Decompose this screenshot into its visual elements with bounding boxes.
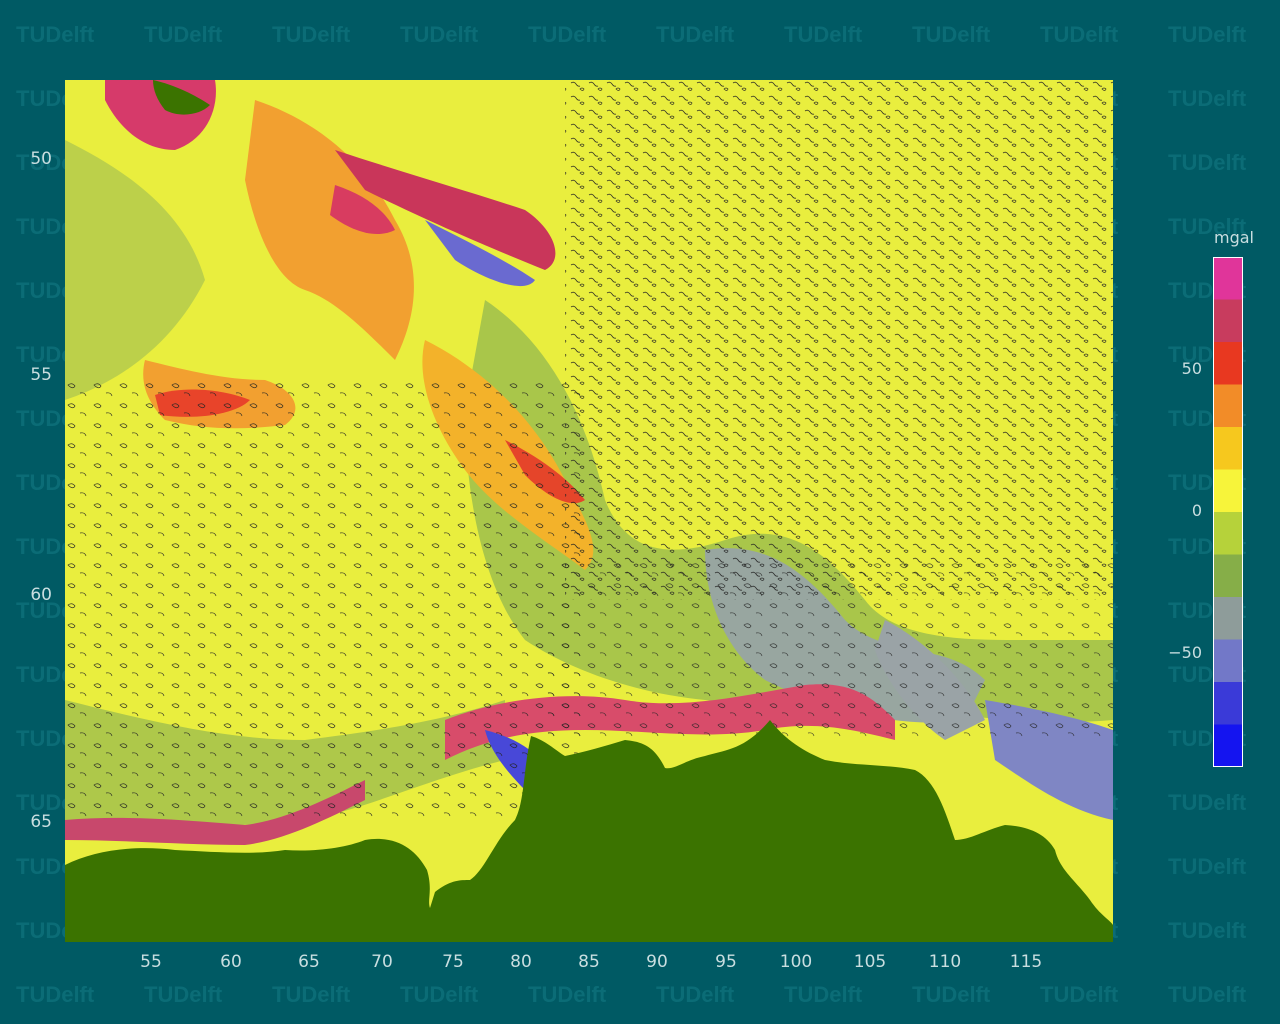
tudelft-watermark: TUDelft [1168,150,1247,175]
x-tick-label: 90 [646,952,668,972]
x-tick-label: 70 [371,952,393,972]
colorbar-segment [1213,427,1243,470]
tudelft-watermark: TUDelft [400,22,479,47]
x-tick-label: 65 [298,952,320,972]
tudelft-watermark: TUDelft [272,982,351,1007]
colorbar-label: 50 [1181,359,1202,378]
y-tick-label: 50 [30,149,52,169]
colorbar-segment [1213,384,1243,428]
contour-overlay-east [565,80,1113,600]
colorbar-segment [1213,512,1243,555]
x-tick-label: 115 [1009,952,1043,972]
colorbar-segment [1213,724,1243,767]
tudelft-watermark: TUDelft [1168,918,1247,943]
colorbar-unit: mgal [1214,228,1254,247]
tudelft-watermark: TUDelft [1040,982,1119,1007]
tudelft-watermark: TUDelft [1168,982,1247,1007]
x-tick-label: 60 [220,952,242,972]
contour-overlay-south [545,560,1113,740]
x-tick-label: 95 [715,952,737,972]
tudelft-watermark: TUDelft [272,22,351,47]
x-tick-label: 105 [853,952,887,972]
x-tick-label: 55 [140,952,162,972]
colorbar-segment [1213,597,1243,640]
tudelft-watermark: TUDelft [656,982,735,1007]
tudelft-watermark: TUDelft [656,22,735,47]
colorbar-segment [1213,257,1243,300]
colorbar-segment [1213,299,1243,343]
tudelft-watermark: TUDelft [528,22,607,47]
colorbar-label: −50 [1168,643,1202,662]
gravity-anomaly-map [65,80,1113,942]
tudelft-watermark: TUDelft [144,22,223,47]
colorbar-segment [1213,342,1243,385]
tudelft-watermark: TUDelft [784,982,863,1007]
y-tick-label: 65 [30,812,52,832]
colorbar [1213,257,1243,767]
tudelft-watermark: TUDelft [16,982,95,1007]
colorbar-segment [1213,469,1243,513]
colorbar-segment [1213,682,1243,725]
tudelft-watermark: TUDelft [784,22,863,47]
y-tick-label: 55 [30,365,52,385]
tudelft-watermark: TUDelft [528,982,607,1007]
tudelft-watermark: TUDelft [16,22,95,47]
tudelft-watermark: TUDelft [1168,22,1247,47]
contour-overlay-west [65,380,585,820]
x-tick-label: 110 [928,952,962,972]
colorbar-label: 0 [1191,501,1202,520]
tudelft-watermark: TUDelft [1168,86,1247,111]
colorbar-segment [1213,639,1243,683]
x-tick-label: 75 [442,952,464,972]
tudelft-watermark: TUDelft [144,982,223,1007]
tudelft-watermark: TUDelft [400,982,479,1007]
y-tick-label: 60 [30,585,52,605]
colorbar-segment [1213,554,1243,598]
tudelft-watermark: TUDelft [1168,790,1247,815]
tudelft-watermark: TUDelft [912,22,991,47]
x-tick-label: 85 [578,952,600,972]
x-tick-label: 80 [510,952,532,972]
tudelft-watermark: TUDelft [1040,22,1119,47]
tudelft-watermark: TUDelft [912,982,991,1007]
tudelft-watermark: TUDelft [1168,854,1247,879]
x-tick-label: 100 [779,952,813,972]
